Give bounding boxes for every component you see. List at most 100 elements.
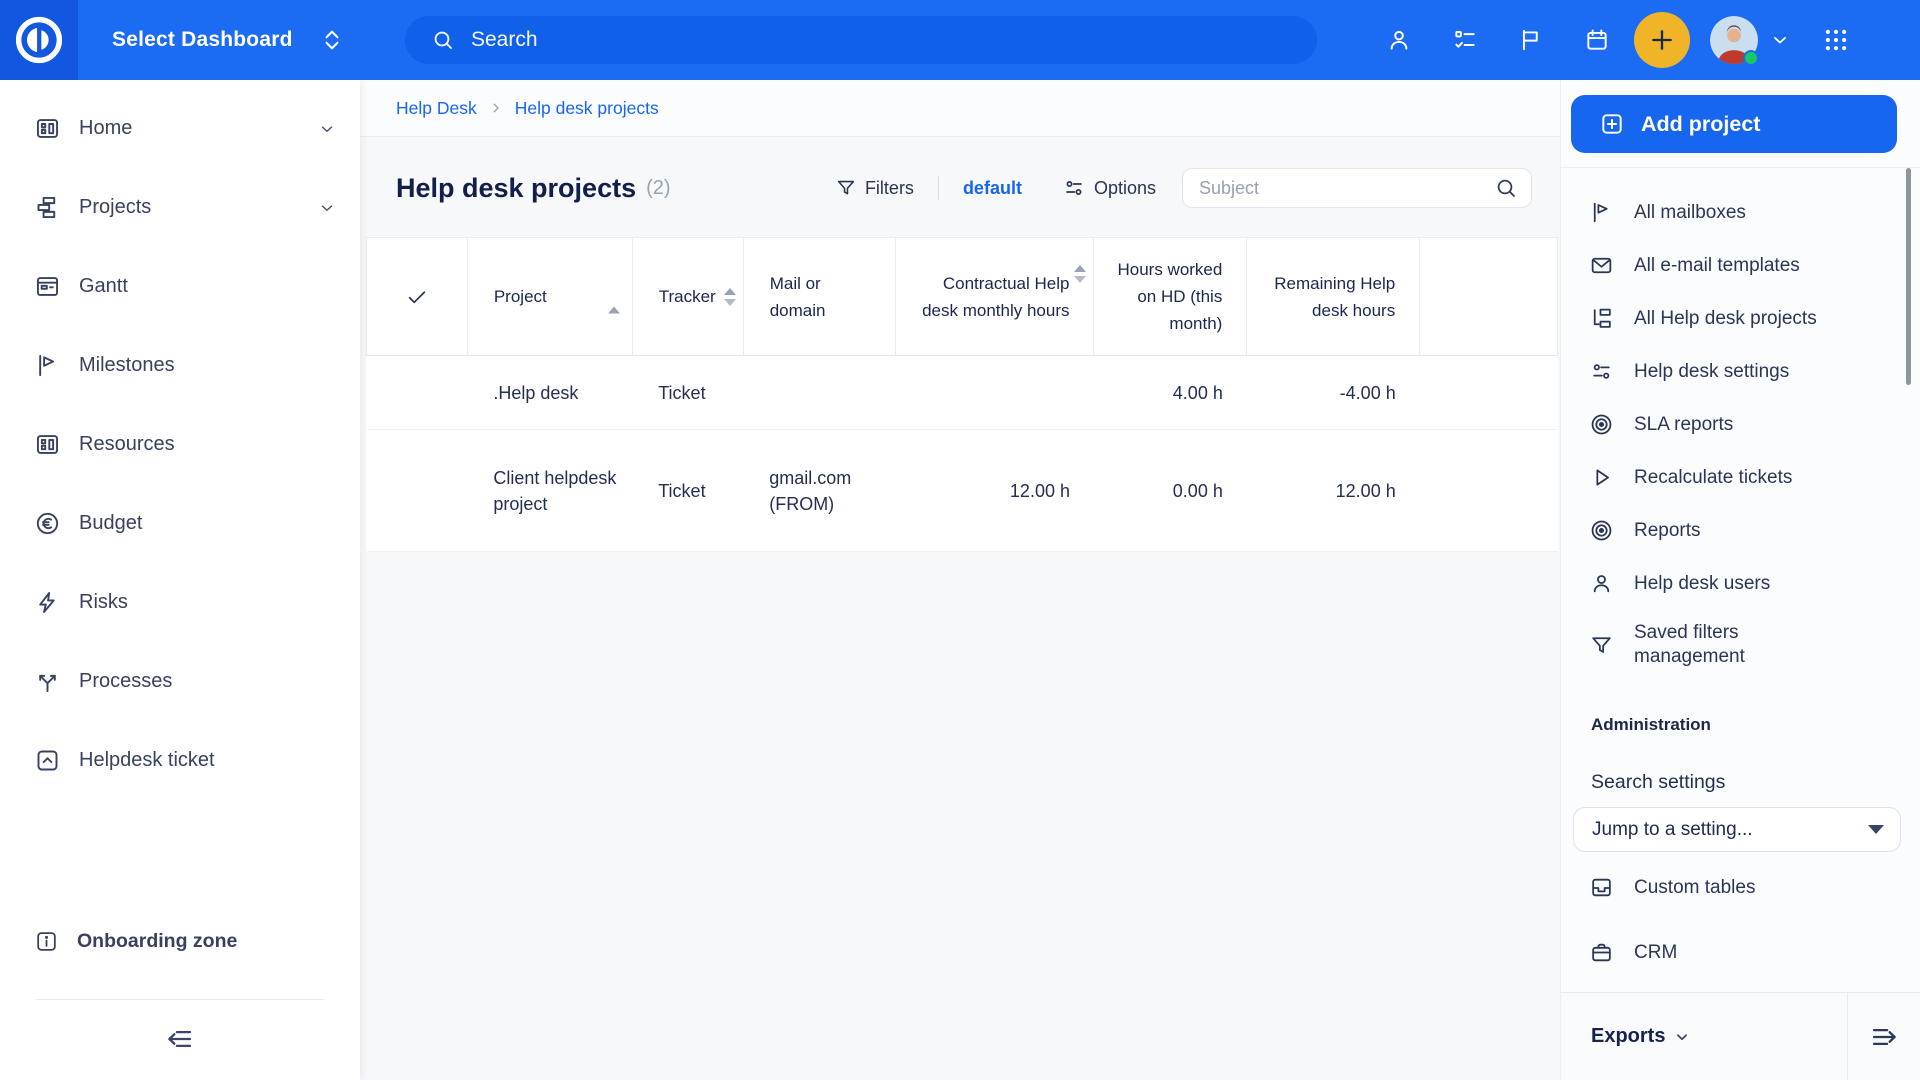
- record-count: (2): [646, 177, 670, 200]
- envelope-icon: [1589, 253, 1614, 278]
- column-header-contractual-hours[interactable]: Contractual Help desk monthly hours: [895, 238, 1094, 356]
- sidebar-item-milestones[interactable]: Milestones: [0, 326, 360, 405]
- row-select-cell[interactable]: [367, 356, 468, 430]
- search-icon[interactable]: [1494, 176, 1518, 200]
- menu-item-recalculate-tickets[interactable]: Recalculate tickets: [1561, 451, 1920, 504]
- column-header-blank: [1420, 238, 1558, 356]
- user-icon[interactable]: [1386, 27, 1412, 53]
- cell-project[interactable]: Client helpdesk project: [467, 430, 632, 552]
- chevron-down-icon[interactable]: [318, 120, 336, 138]
- sidebar-nav: Home Projects Gantt Milestones Resources: [0, 80, 360, 800]
- sidebar-item-home[interactable]: Home: [0, 89, 360, 168]
- cell-contractual-hours: [895, 356, 1094, 430]
- menu-item-helpdesk-settings[interactable]: Help desk settings: [1561, 345, 1920, 398]
- sidebar-item-processes[interactable]: Processes: [0, 642, 360, 721]
- admin-menu: Custom tables: [1561, 861, 1920, 914]
- chevron-down-icon[interactable]: [318, 199, 336, 217]
- cell-project[interactable]: .Help desk: [467, 356, 632, 430]
- row-select-cell[interactable]: [367, 430, 468, 552]
- helpdesk-menu: All mailboxes All e-mail templates All H…: [1561, 177, 1920, 680]
- sidebar-item-helpdesk-ticket[interactable]: Helpdesk ticket: [0, 721, 360, 800]
- filters-button[interactable]: Filters: [865, 178, 914, 199]
- sidebar-item-resources[interactable]: Resources: [0, 405, 360, 484]
- menu-item-helpdesk-users[interactable]: Help desk users: [1561, 557, 1920, 610]
- table-header-row: Project Tracker Mail or domain Contractu…: [367, 238, 1558, 356]
- search-settings-label: Search settings: [1591, 769, 1725, 795]
- subject-search: [1182, 168, 1532, 208]
- sidebar-item-label: Processes: [79, 670, 172, 693]
- user-avatar[interactable]: [1710, 16, 1758, 64]
- administration-heading: Administration: [1591, 712, 1711, 738]
- sidebar-item-label: Budget: [79, 512, 142, 535]
- column-header-project[interactable]: Project: [467, 238, 632, 356]
- quick-add-button[interactable]: [1634, 12, 1690, 68]
- column-header-remaining-hours[interactable]: Remaining Help desk hours: [1247, 238, 1420, 356]
- custom-tables-icon: [1589, 875, 1614, 900]
- flag-icon[interactable]: [1518, 27, 1544, 53]
- chevron-down-icon: [1673, 1028, 1691, 1046]
- sidebar-item-label: Milestones: [79, 354, 175, 377]
- sort-both-icon: [1074, 265, 1086, 283]
- menu-item-saved-filters-management[interactable]: Saved filters management: [1561, 610, 1920, 680]
- menu-item-reports[interactable]: Reports: [1561, 504, 1920, 557]
- options-button[interactable]: Options: [1094, 178, 1156, 199]
- sliders-icon: [1062, 176, 1086, 200]
- breadcrumb-current[interactable]: Help desk projects: [515, 98, 659, 119]
- calendar-icon[interactable]: [1584, 27, 1610, 53]
- projects-tree-icon: [1589, 306, 1614, 331]
- collapse-sidebar-icon[interactable]: [165, 1024, 195, 1054]
- funnel-icon: [1589, 633, 1614, 658]
- add-project-button[interactable]: Add project: [1571, 95, 1897, 153]
- sidebar-item-projects[interactable]: Projects: [0, 168, 360, 247]
- add-project-label: Add project: [1641, 112, 1760, 137]
- subject-search-input[interactable]: [1182, 168, 1532, 208]
- dashboard-selector[interactable]: Select Dashboard: [112, 27, 343, 53]
- collapse-panel-icon[interactable]: [1869, 1022, 1899, 1052]
- table-row[interactable]: .Help desk Ticket 4.00 h -4.00 h: [367, 356, 1558, 430]
- table-row[interactable]: Client helpdesk project Ticket gmail.com…: [367, 430, 1558, 552]
- sidebar-item-label: Resources: [79, 433, 175, 456]
- sort-both-icon: [724, 288, 736, 306]
- sort-asc-icon: [608, 283, 620, 310]
- global-search[interactable]: [405, 16, 1317, 64]
- menu-item-crm[interactable]: CRM: [1561, 926, 1920, 979]
- breadcrumb-link-helpdesk[interactable]: Help Desk: [396, 98, 477, 119]
- sidebar-item-onboarding-zone[interactable]: Onboarding zone: [0, 914, 360, 968]
- menu-item-custom-tables[interactable]: Custom tables: [1561, 861, 1920, 914]
- cell-contractual-hours: 12.00 h: [895, 430, 1094, 552]
- sidebar-item-gantt[interactable]: Gantt: [0, 247, 360, 326]
- chevron-up-box-icon: [34, 747, 61, 774]
- exports-button[interactable]: Exports: [1591, 1025, 1691, 1048]
- projects-table: Project Tracker Mail or domain Contractu…: [366, 237, 1558, 552]
- menu-item-all-mailboxes[interactable]: All mailboxes: [1561, 186, 1920, 239]
- sidebar-item-risks[interactable]: Risks: [0, 563, 360, 642]
- breadcrumb: Help Desk Help desk projects: [396, 98, 659, 119]
- page-title: Help desk projects: [396, 173, 636, 204]
- main-content: Help Desk Help desk projects Help desk p…: [360, 80, 1560, 1080]
- column-header-hours-worked[interactable]: Hours worked on HD (this month): [1094, 238, 1247, 356]
- global-search-input[interactable]: [471, 28, 1303, 52]
- column-header-mail-or-domain[interactable]: Mail or domain: [743, 238, 895, 356]
- caret-down-icon: [1868, 825, 1884, 834]
- jump-to-setting-select[interactable]: Jump to a setting...: [1573, 807, 1901, 852]
- menu-item-all-email-templates[interactable]: All e-mail templates: [1561, 239, 1920, 292]
- select-all-header[interactable]: [367, 238, 468, 356]
- active-filter-link[interactable]: default: [963, 178, 1022, 199]
- flag-pole-icon: [34, 352, 61, 379]
- target-icon: [1589, 518, 1614, 543]
- menu-item-sla-reports[interactable]: SLA reports: [1561, 398, 1920, 451]
- cell-hours-worked: 0.00 h: [1094, 430, 1247, 552]
- sidebar-item-label: Gantt: [79, 275, 128, 298]
- panel-divider: [1561, 167, 1920, 168]
- apps-grid-icon[interactable]: [1822, 26, 1850, 54]
- panel-scrollbar[interactable]: [1906, 168, 1911, 385]
- column-header-tracker[interactable]: Tracker: [632, 238, 743, 356]
- target-icon: [1589, 412, 1614, 437]
- menu-item-all-helpdesk-projects[interactable]: All Help desk projects: [1561, 292, 1920, 345]
- sidebar-item-label: Projects: [79, 196, 151, 219]
- app-logo[interactable]: [0, 0, 78, 80]
- avatar-chevron-down-icon[interactable]: [1770, 30, 1790, 50]
- sidebar-item-budget[interactable]: Budget: [0, 484, 360, 563]
- tasks-checklist-icon[interactable]: [1452, 27, 1478, 53]
- euro-circle-icon: [34, 510, 61, 537]
